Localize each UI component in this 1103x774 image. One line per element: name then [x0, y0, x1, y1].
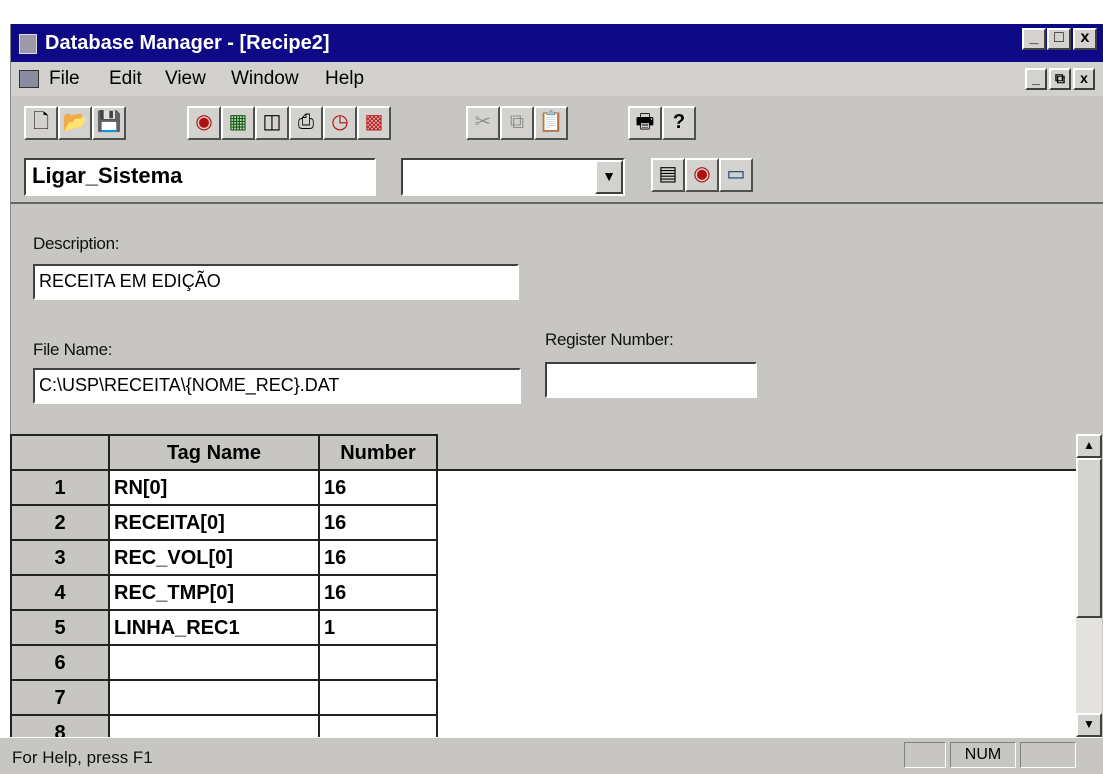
tag-selector-bar: Ligar_Sistema ▼ ▤ ◉ ▭	[11, 152, 1103, 204]
app-icon	[19, 34, 37, 54]
scroll-down-icon[interactable]: ▼	[1076, 713, 1102, 737]
number-cell[interactable]: 16	[318, 469, 438, 506]
number-cell[interactable]: 1	[318, 609, 438, 646]
row-header[interactable]: 1	[10, 469, 110, 506]
register-number-field[interactable]	[545, 362, 757, 398]
chevron-down-icon[interactable]: ▼	[595, 160, 623, 194]
table-row: 1 RN[0] 16	[10, 469, 438, 506]
cube-icon[interactable]: ◫	[255, 106, 289, 140]
close-button[interactable]: x	[1073, 28, 1097, 50]
row-header[interactable]: 5	[10, 609, 110, 646]
calculator-icon[interactable]: ▦	[221, 106, 255, 140]
tag-name-cell[interactable]: REC_TMP[0]	[108, 574, 320, 611]
paste-icon[interactable]: 📋	[534, 106, 568, 140]
table-row: 7	[10, 679, 438, 716]
recipe-form: Description: RECEITA EM EDIÇÃO File Name…	[11, 204, 1103, 430]
title-bar[interactable]: Database Manager - [Recipe2] _ □ x	[11, 24, 1103, 62]
screen-view-icon[interactable]: ▭	[719, 158, 753, 192]
number-cell[interactable]	[318, 644, 438, 681]
tag-name-cell[interactable]: RECEITA[0]	[108, 504, 320, 541]
column-header-number[interactable]: Number	[318, 434, 438, 471]
printer-tool-icon[interactable]: ⎙	[289, 106, 323, 140]
table-row: 3 REC_VOL[0] 16	[10, 539, 438, 576]
number-cell[interactable]	[318, 679, 438, 716]
tag-name-cell[interactable]	[108, 679, 320, 716]
mdi-close-button[interactable]: x	[1073, 68, 1095, 90]
toolbar: 🗋 📂 💾 ◉ ▦ ◫ ⎙ ◷ ▩ ✂ ⧉ 📋 🖶 ?	[11, 96, 1103, 153]
row-header[interactable]: 4	[10, 574, 110, 611]
tag-name-cell[interactable]	[108, 644, 320, 681]
tag-name-cell[interactable]: RN[0]	[108, 469, 320, 506]
num-lock-indicator: NUM	[950, 742, 1016, 768]
tag-name-cell[interactable]: REC_VOL[0]	[108, 539, 320, 576]
register-number-label: Register Number:	[545, 330, 674, 349]
table-row: 2 RECEITA[0] 16	[10, 504, 438, 541]
save-icon[interactable]: 💾	[92, 106, 126, 140]
print-icon[interactable]: 🖶	[628, 106, 662, 140]
menu-help[interactable]: Help	[325, 68, 364, 90]
tag-name-cell[interactable]: LINHA_REC1	[108, 609, 320, 646]
scroll-up-icon[interactable]: ▲	[1076, 434, 1102, 458]
window-title: Database Manager - [Recipe2]	[45, 32, 330, 54]
document-menu-icon[interactable]	[19, 70, 39, 88]
alarm-view-icon[interactable]: ◉	[685, 158, 719, 192]
description-field[interactable]: RECEITA EM EDIÇÃO	[33, 264, 519, 300]
table-row: 5 LINHA_REC1 1	[10, 609, 438, 646]
group-combo[interactable]: ▼	[401, 158, 625, 196]
table-row: 4 REC_TMP[0] 16	[10, 574, 438, 611]
menu-file[interactable]: File	[49, 68, 80, 90]
table-view-icon[interactable]: ▤	[651, 158, 685, 192]
clock-icon[interactable]: ◷	[323, 106, 357, 140]
help-icon[interactable]: ?	[662, 106, 696, 140]
status-help-text: For Help, press F1	[12, 748, 153, 767]
open-folder-icon[interactable]: 📂	[58, 106, 92, 140]
copy-icon[interactable]: ⧉	[500, 106, 534, 140]
tag-name-cell[interactable]	[108, 714, 320, 737]
number-cell[interactable]: 16	[318, 504, 438, 541]
scroll-thumb[interactable]	[1076, 458, 1102, 618]
menu-window[interactable]: Window	[231, 68, 299, 90]
grid-icon[interactable]: ▩	[357, 106, 391, 140]
number-cell[interactable]: 16	[318, 574, 438, 611]
table-row: 8	[10, 714, 438, 737]
tag-name-field[interactable]: Ligar_Sistema	[24, 158, 376, 196]
row-header[interactable]: 3	[10, 539, 110, 576]
maximize-button[interactable]: □	[1047, 28, 1071, 50]
number-cell[interactable]	[318, 714, 438, 737]
table-row: 6	[10, 644, 438, 681]
tag-grid: Tag Name Number 1 RN[0] 16 2 RECEITA[0] …	[10, 434, 1076, 737]
row-header[interactable]: 2	[10, 504, 110, 541]
menu-edit[interactable]: Edit	[109, 68, 142, 90]
number-cell[interactable]: 16	[318, 539, 438, 576]
mdi-restore-button[interactable]: ⧉	[1049, 68, 1071, 90]
file-name-label: File Name:	[33, 340, 113, 359]
menu-bar: File Edit View Window Help _ ⧉ x	[11, 62, 1103, 96]
status-bar: For Help, press F1 NUM	[0, 737, 1103, 774]
alarm-icon[interactable]: ◉	[187, 106, 221, 140]
cut-icon[interactable]: ✂	[466, 106, 500, 140]
new-document-icon[interactable]: 🗋	[24, 106, 58, 140]
menu-view[interactable]: View	[165, 68, 206, 90]
table-header-row: Tag Name Number	[10, 434, 438, 471]
tag-table: Tag Name Number 1 RN[0] 16 2 RECEITA[0] …	[10, 434, 438, 737]
description-label: Description:	[33, 234, 120, 253]
minimize-button[interactable]: _	[1022, 28, 1046, 50]
grid-header-fill	[438, 434, 1076, 471]
row-header[interactable]: 7	[10, 679, 110, 716]
file-name-field[interactable]: C:\USP\RECEITA\{NOME_REC}.DAT	[33, 368, 521, 404]
status-panel-empty	[904, 742, 946, 768]
row-header[interactable]: 8	[10, 714, 110, 737]
row-header[interactable]: 6	[10, 644, 110, 681]
grid-corner[interactable]	[10, 434, 110, 471]
column-header-tag-name[interactable]: Tag Name	[108, 434, 320, 471]
grid-vertical-scrollbar[interactable]: ▲ ▼	[1076, 434, 1102, 737]
status-panel-scroll	[1020, 742, 1076, 768]
mdi-minimize-button[interactable]: _	[1025, 68, 1047, 90]
